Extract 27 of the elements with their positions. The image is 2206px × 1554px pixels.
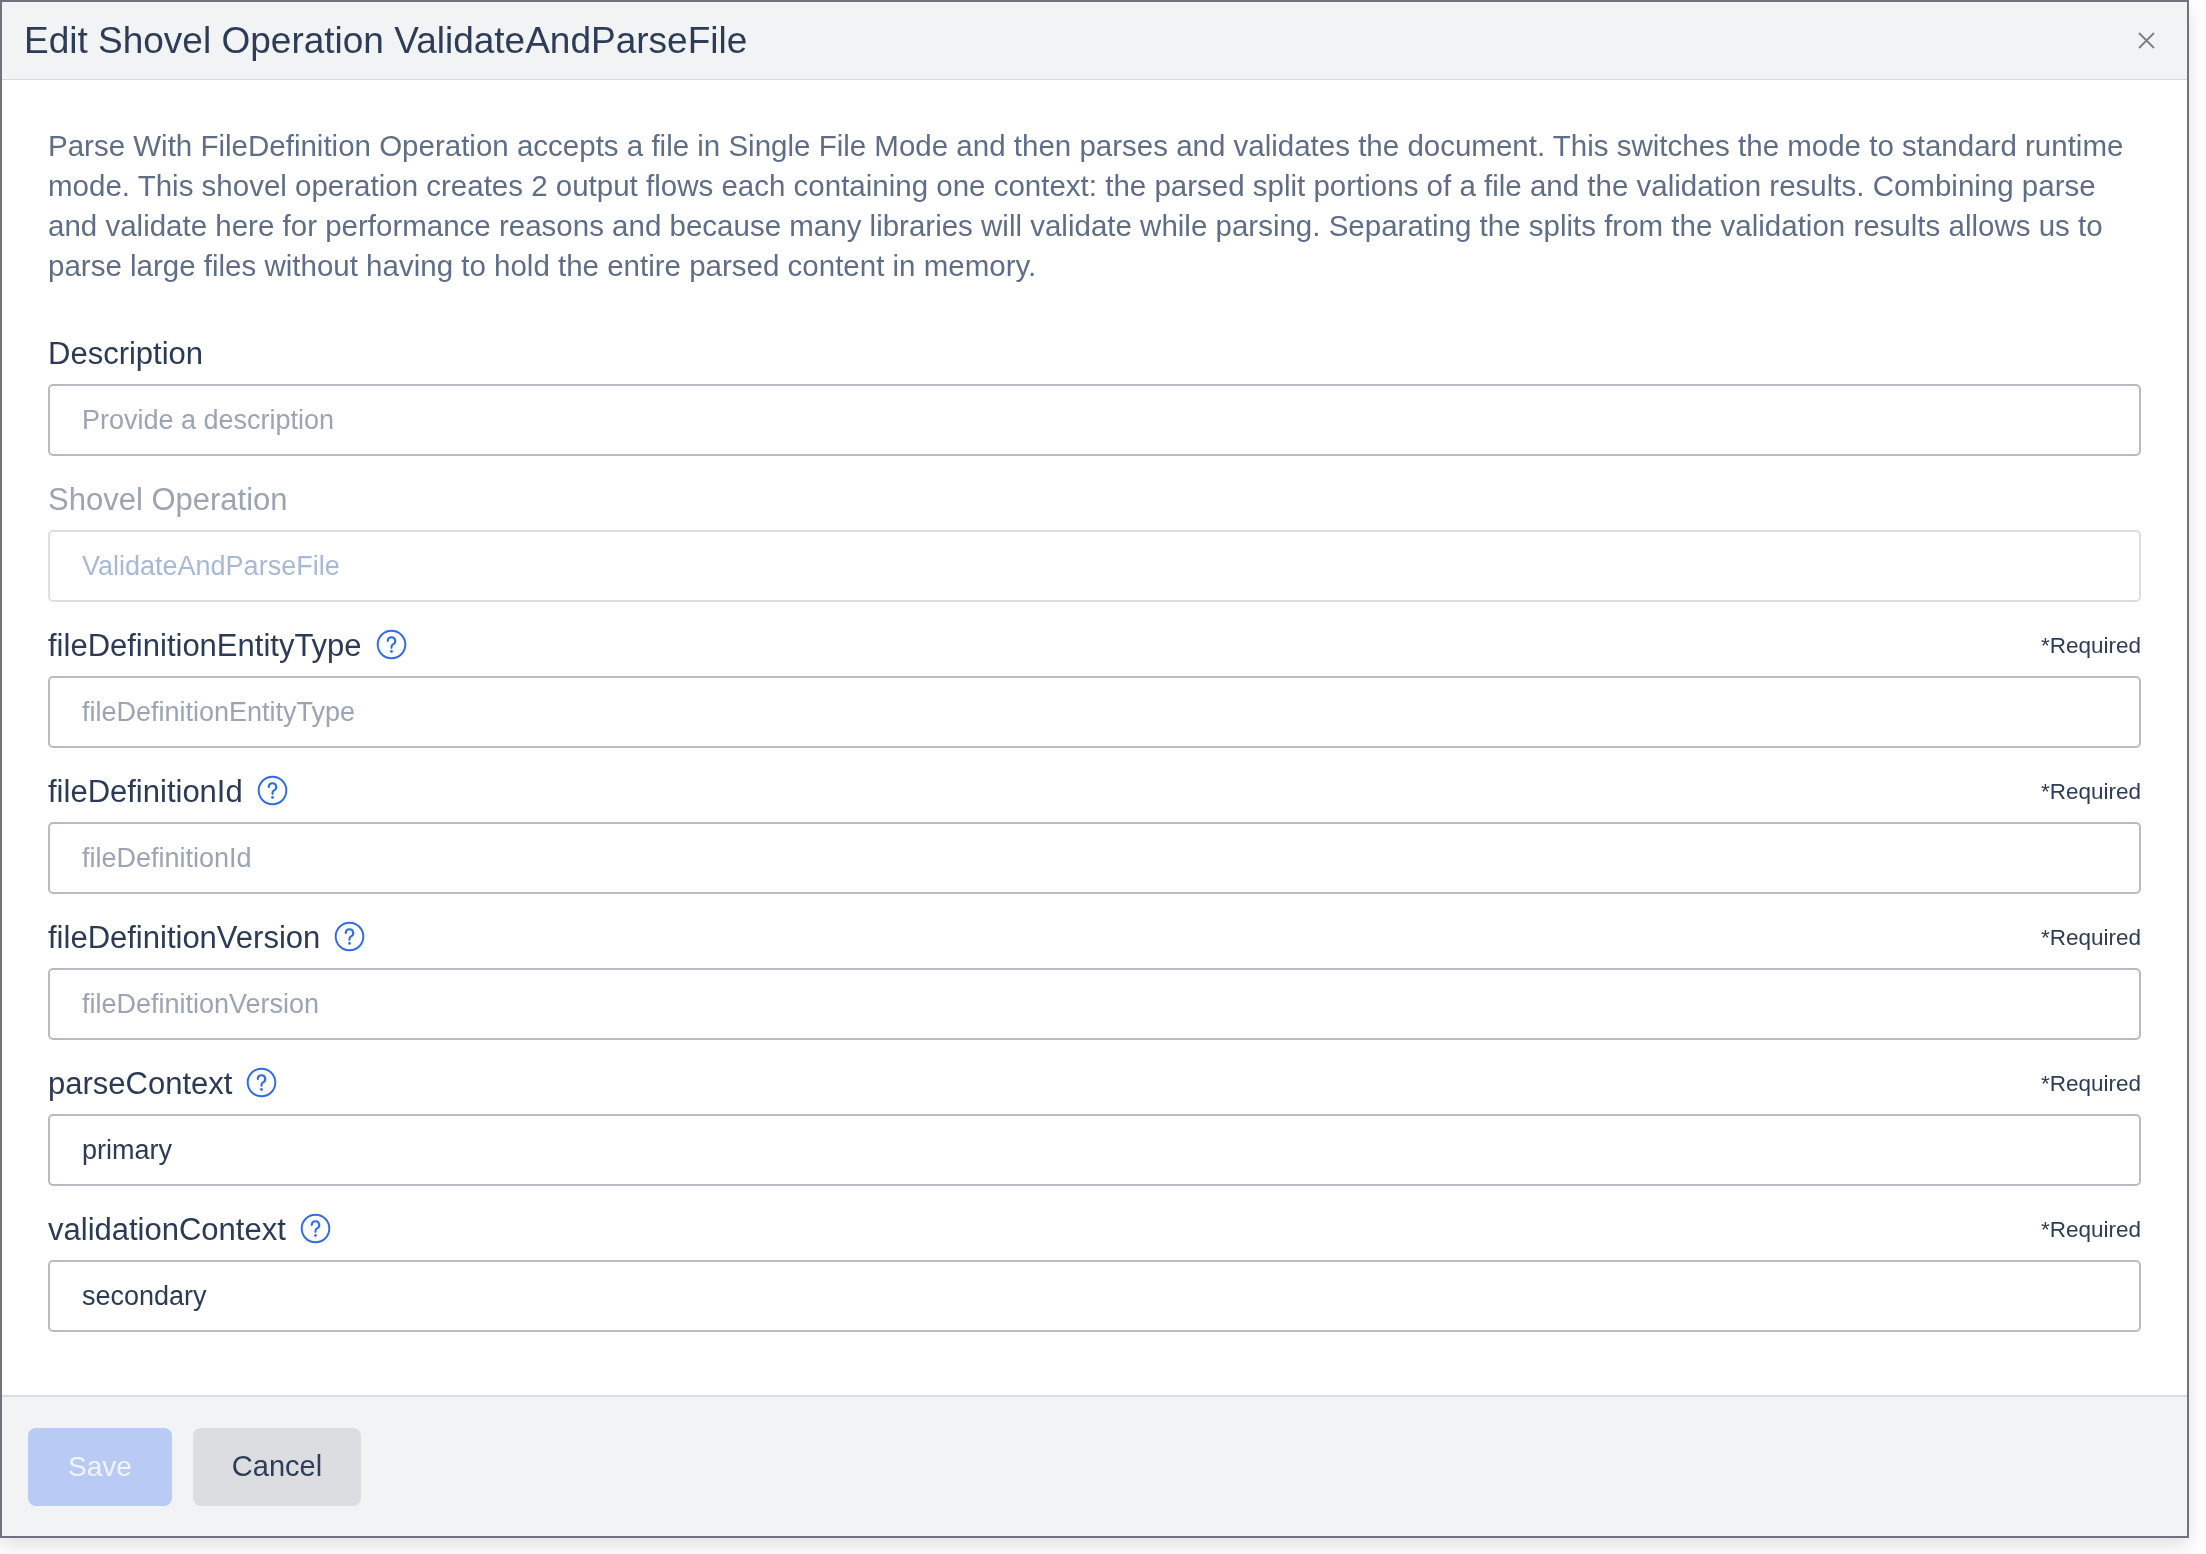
help-icon[interactable] [299, 1212, 331, 1244]
field-label: Description [48, 334, 204, 373]
input-field[interactable]: secondary [48, 1260, 2141, 1332]
required-note: *Required [2040, 778, 2141, 807]
help-icon[interactable] [375, 628, 407, 660]
required-note: *Required [2040, 632, 2141, 661]
help-icon[interactable] [334, 920, 366, 952]
dialog-title: Edit Shovel Operation ValidateAndParseFile [24, 18, 748, 63]
help-icon[interactable] [246, 1066, 278, 1098]
cancel-button[interactable]: Cancel [193, 1427, 361, 1506]
field-label: validationContext [48, 1210, 286, 1249]
field-label: fileDefinitionId [48, 772, 243, 811]
help-icon[interactable] [256, 774, 288, 806]
input-field[interactable]: Provide a description [48, 384, 2141, 456]
field-label: fileDefinitionVersion [48, 918, 321, 957]
intro-paragraph: Parse With FileDefinition Operation accepts a file in Single File Mode and then parses and validates the document. This switches the mode to standard runtime mode. This shovel operation creates 2 output flows each containing one context: the parsed split portions of a file and the validation results. Combining parse and validate here for performance reasons and because many libraries will validate while parsing. Separating the splits from the validation results allows us to parse large files without having to hold the entire parsed content in memory. [48, 128, 2125, 284]
input-field[interactable]: fileDefinitionId [48, 822, 2141, 894]
field-label: Shovel Operation [48, 480, 288, 519]
close-icon [2137, 32, 2155, 49]
input-field[interactable]: primary [48, 1114, 2141, 1186]
input-field[interactable]: fileDefinitionEntityType [48, 676, 2141, 748]
input-field[interactable]: fileDefinitionVersion [48, 968, 2141, 1040]
required-note: *Required [2040, 1070, 2141, 1099]
required-note: *Required [2040, 1216, 2141, 1245]
field-label: parseContext [48, 1064, 233, 1103]
field-label: fileDefinitionEntityType [48, 626, 362, 665]
required-note: *Required [2040, 924, 2141, 953]
